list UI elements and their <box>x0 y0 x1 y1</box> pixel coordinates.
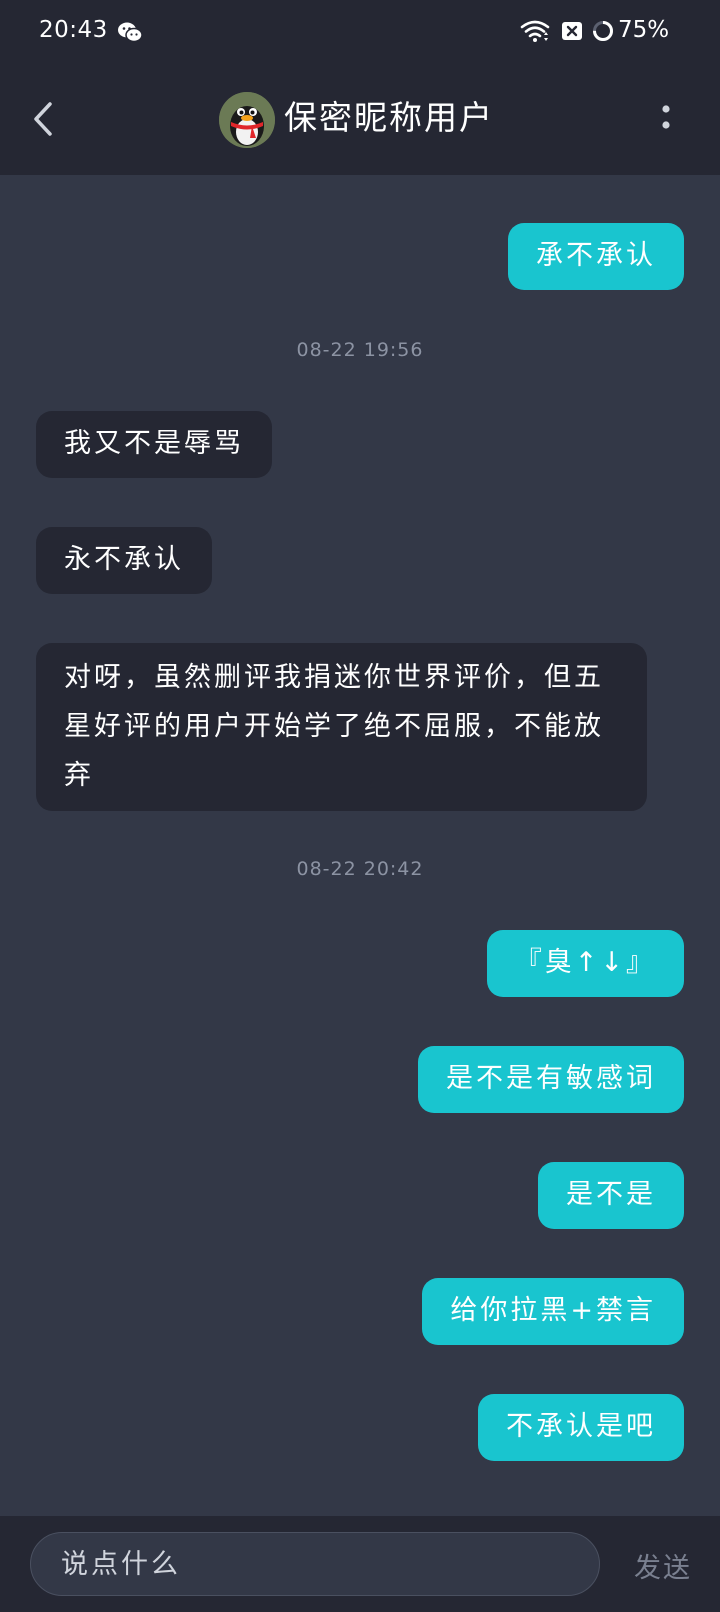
chat-title: 保密昵称用户 <box>284 98 494 137</box>
message-timestamp: 08-22 20:42 <box>296 858 424 880</box>
message-bubble-incoming[interactable]: 我又不是辱骂 <box>36 411 272 478</box>
message-bubble-outgoing[interactable]: 『臭↑↓』 <box>486 930 684 997</box>
wechat-icon <box>118 22 143 43</box>
wifi-icon <box>520 20 550 42</box>
back-arrow-icon <box>34 102 52 136</box>
penguin-avatar-icon <box>219 92 275 148</box>
message-bubble-outgoing[interactable]: 是不是 <box>538 1162 684 1229</box>
input-bar: 发送 <box>0 1516 720 1612</box>
back-button[interactable] <box>24 92 68 146</box>
status-time: 20:43 <box>39 17 108 43</box>
message-bubble-outgoing[interactable]: 给你拉黑+禁言 <box>422 1278 684 1345</box>
message-bubble-incoming[interactable]: 对呀，虽然删评我捐迷你世界评价，但五星好评的用户开始学了绝不屈服，不能放弃 <box>36 643 647 811</box>
message-bubble-outgoing[interactable]: 不承认是吧 <box>478 1394 684 1461</box>
message-bubble-outgoing[interactable]: 是不是有敏感词 <box>418 1046 684 1113</box>
battery-ring-icon <box>593 21 613 41</box>
send-button[interactable]: 发送 <box>634 1546 692 1585</box>
message-input[interactable] <box>30 1532 600 1596</box>
message-list[interactable]: 承不承认 08-22 19:56 我又不是辱骂 永不承认 对呀，虽然删评我捐迷你… <box>0 175 720 1516</box>
message-bubble-incoming[interactable]: 永不承认 <box>36 527 212 594</box>
chat-header: 保密昵称用户 <box>0 64 720 175</box>
more-vertical-icon <box>662 105 670 129</box>
more-options-button[interactable] <box>646 96 686 144</box>
sim-icon <box>562 22 582 40</box>
avatar[interactable] <box>219 92 275 148</box>
message-timestamp: 08-22 19:56 <box>296 339 424 361</box>
message-bubble-outgoing[interactable]: 承不承认 <box>508 223 684 290</box>
battery-percent: 75% <box>618 17 670 43</box>
status-bar: 20:43 75% <box>0 0 720 64</box>
